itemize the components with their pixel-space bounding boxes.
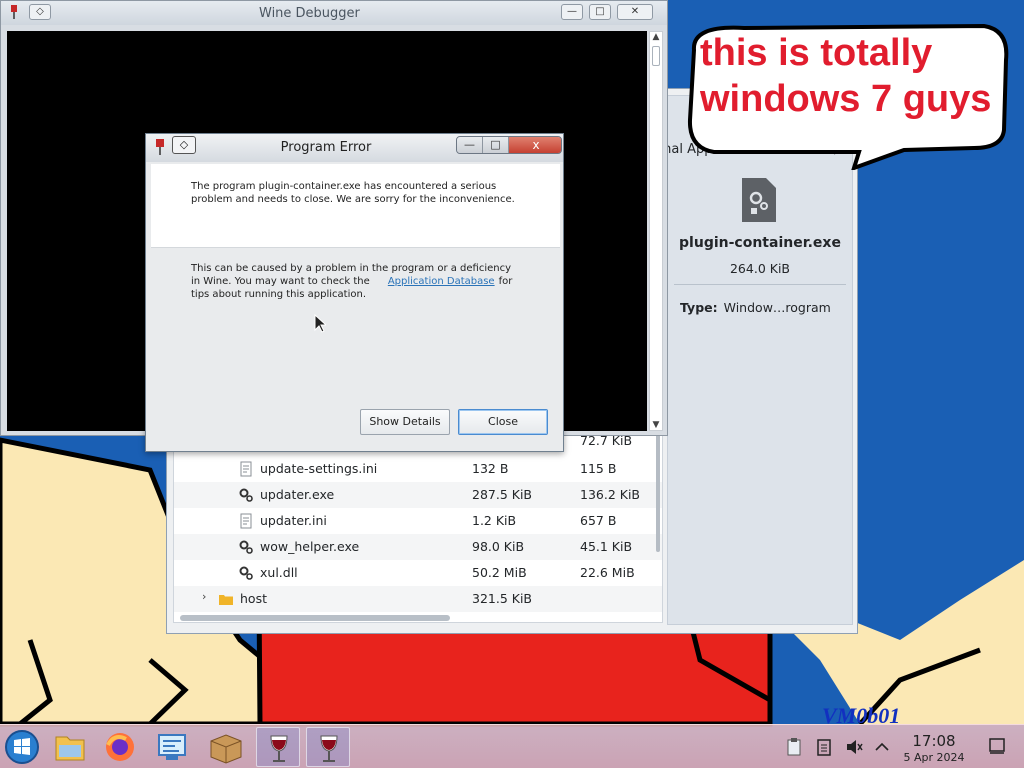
name-cell: updater.ini (260, 513, 327, 528)
expand-arrow-icon[interactable]: › (202, 590, 206, 603)
type-label: Type: (680, 300, 718, 315)
firefox-icon[interactable] (98, 727, 142, 767)
error-message: The program plugin-container.exe has enc… (191, 181, 515, 205)
type-value: Window…rogram (723, 300, 831, 315)
size-cell: 98.0 KiB (472, 539, 525, 554)
table-row[interactable]: xul.dll 50.2 MiB 22.6 MiB (174, 560, 662, 586)
compressed-cell: 45.1 KiB (580, 539, 633, 554)
taskbar: 17:08 5 Apr 2024 (0, 724, 1024, 768)
wine-icon[interactable] (306, 727, 350, 767)
scroll-thumb[interactable] (652, 46, 660, 66)
application-database-link[interactable]: Application Database (388, 276, 495, 287)
error-message-panel: The program plugin-container.exe has enc… (151, 164, 560, 248)
executable-icon (238, 565, 254, 581)
title-bar[interactable]: ◇ Program Error — □ x (146, 134, 563, 162)
maximize-button[interactable]: □ (589, 4, 611, 20)
minimize-button[interactable]: — (457, 137, 483, 153)
bubble-line-2: windows 7 guys (700, 78, 992, 120)
executable-icon (238, 487, 254, 503)
wine-icon[interactable] (256, 727, 300, 767)
show-desktop-icon[interactable] (988, 737, 1006, 755)
scroll-up-icon[interactable]: ▲ (651, 32, 661, 42)
maximize-button[interactable]: □ (483, 137, 509, 153)
archive-file-list: 72.7 KiB update-settings.ini 132 B 115 B… (173, 429, 663, 623)
size-cell: 321.5 KiB (472, 591, 533, 606)
compressed-cell: 657 B (580, 513, 617, 528)
chevron-up-icon[interactable] (872, 737, 892, 757)
speech-bubble-text: this is totally windows 7 guys (700, 30, 1000, 122)
show-details-button[interactable]: Show Details (360, 409, 450, 435)
compressed-cell: 136.2 KiB (580, 487, 641, 502)
scroll-down-icon[interactable]: ▼ (651, 420, 661, 430)
minimize-button[interactable]: — (561, 4, 583, 20)
close-button[interactable]: ✕ (617, 4, 653, 20)
bubble-line-1: this is totally (700, 32, 933, 74)
name-cell: update-settings.ini (260, 461, 378, 476)
table-row[interactable]: wow_helper.exe 98.0 KiB 45.1 KiB (174, 534, 662, 560)
archive-icon[interactable] (204, 727, 248, 767)
clock-date[interactable]: 5 Apr 2024 (894, 751, 974, 764)
close-dialog-button[interactable]: Close (458, 409, 548, 435)
text-file-icon (238, 513, 254, 529)
file-name: plugin-container.exe (679, 235, 841, 251)
start-orb-icon[interactable] (0, 727, 44, 767)
table-row[interactable]: updater.exe 287.5 KiB 136.2 KiB (174, 482, 662, 508)
size-cell: 50.2 MiB (472, 565, 527, 580)
name-cell: updater.exe (260, 487, 335, 502)
text-file-icon (238, 461, 254, 477)
table-row[interactable]: update-settings.ini 132 B 115 B (174, 456, 662, 482)
compressed-cell: 22.6 MiB (580, 565, 635, 580)
volume-muted-icon[interactable] (844, 737, 864, 757)
title-bar[interactable]: ◇ Wine Debugger — □ ✕ (1, 1, 667, 25)
program-error-dialog: ◇ Program Error — □ x The program plugin… (145, 133, 564, 452)
folder-icon (218, 591, 234, 607)
file-info-panel: ernal Application › plugin-container.exe… (650, 95, 853, 625)
window-title: Wine Debugger (259, 6, 360, 21)
vertical-scrollbar[interactable]: ▲ ▼ (649, 31, 663, 431)
divider (674, 284, 846, 285)
size-cell: 132 B (472, 461, 509, 476)
executable-icon (238, 539, 254, 555)
window-menu-button[interactable]: ◇ (29, 4, 51, 20)
name-cell: host (240, 591, 267, 606)
horizontal-scrollbar[interactable] (180, 615, 450, 621)
close-button[interactable]: x (509, 137, 561, 153)
error-help-text: This can be caused by a problem in the p… (191, 262, 521, 301)
clipboard-icon[interactable] (784, 737, 804, 757)
executable-file-icon (742, 178, 776, 222)
dialog-title: Program Error (280, 140, 372, 155)
file-type-row: Type: Window…rogram (680, 300, 831, 315)
compressed-cell: 115 B (580, 461, 617, 476)
pin-icon[interactable] (9, 4, 19, 20)
table-row[interactable]: › host 321.5 KiB (174, 586, 662, 612)
file-size: 264.0 KiB (729, 261, 790, 276)
mouse-cursor-icon (314, 314, 326, 333)
notes-icon[interactable] (814, 737, 834, 757)
file-manager-icon[interactable] (48, 727, 92, 767)
vertical-scrollbar[interactable] (656, 432, 660, 552)
clock-time[interactable]: 17:08 (894, 732, 974, 750)
name-cell: wow_helper.exe (260, 539, 360, 554)
system-settings-icon[interactable] (150, 727, 194, 767)
size-cell: 287.5 KiB (472, 487, 533, 502)
window-controls: — □ x (456, 136, 562, 154)
size-cell: 1.2 KiB (472, 513, 517, 528)
name-cell: xul.dll (260, 565, 298, 580)
table-row[interactable]: updater.ini 1.2 KiB 657 B (174, 508, 662, 534)
